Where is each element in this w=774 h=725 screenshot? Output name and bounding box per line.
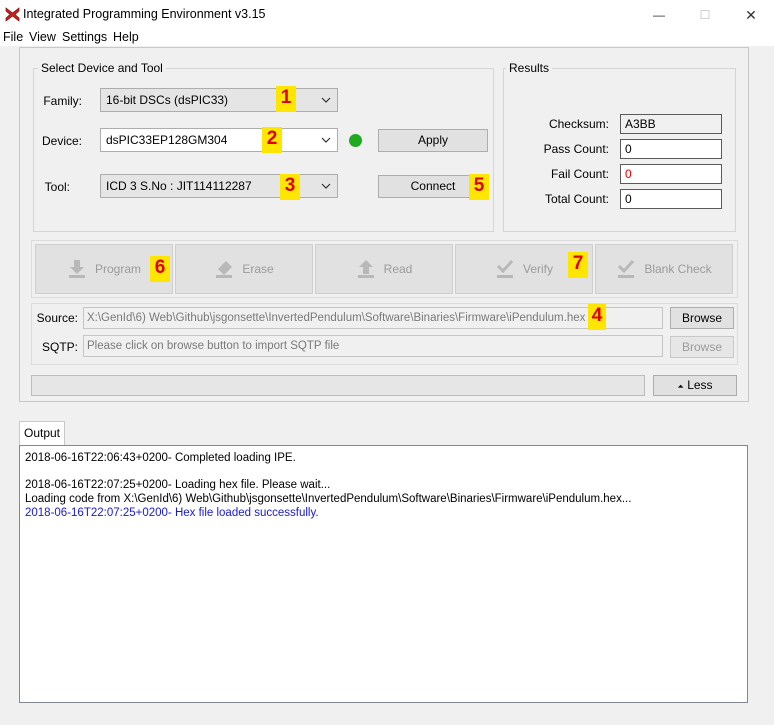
menu-settings[interactable]: Settings — [62, 30, 107, 44]
close-icon: ✕ — [745, 6, 757, 23]
maximize-button[interactable]: ☐ — [682, 0, 728, 30]
less-label: Less — [687, 378, 713, 392]
app-logo-icon — [5, 7, 20, 22]
annotation-marker: 2 — [262, 127, 282, 153]
chevron-down-icon — [321, 183, 331, 189]
chevron-up-icon: ⏶ — [677, 382, 684, 391]
log-line: 2018-06-16T22:07:25+0200- Loading hex fi… — [25, 479, 331, 491]
checksum-value: A3BB — [620, 114, 722, 134]
menu-bar: File View Settings Help — [0, 28, 774, 46]
source-path-input[interactable]: X:\GenId\6) Web\Github\jsgonsette\Invert… — [83, 307, 663, 329]
menu-view[interactable]: View — [29, 30, 56, 44]
device-group-title: Select Device and Tool — [38, 61, 166, 75]
maximize-icon: ☐ — [699, 8, 711, 22]
sqtp-browse-button[interactable]: Browse — [670, 336, 734, 358]
sqtp-input[interactable]: Please click on browse button to import … — [83, 335, 663, 357]
tool-value: ICD 3 S.No : JIT114112287 — [106, 179, 252, 193]
less-button[interactable]: ⏶ Less — [653, 375, 737, 396]
tool-label: Tool: — [44, 180, 70, 194]
erase-button[interactable]: Erase — [175, 244, 313, 294]
blank-check-label: Blank Check — [644, 262, 712, 276]
pass-count-label: Pass Count: — [543, 142, 609, 156]
output-log: 2018-06-16T22:06:43+0200- Completed load… — [19, 445, 748, 703]
menu-file[interactable]: File — [3, 30, 23, 44]
program-icon — [68, 260, 85, 278]
sqtp-label: SQTP: — [41, 340, 78, 354]
log-line: 2018-06-16T22:06:43+0200- Completed load… — [25, 452, 296, 464]
chevron-down-icon — [321, 97, 331, 103]
log-line-success: 2018-06-16T22:07:25+0200- Hex file loade… — [25, 507, 319, 519]
device-value: dsPIC33EP128GM304 — [106, 133, 228, 147]
erase-label: Erase — [242, 262, 274, 276]
source-label: Source: — [36, 311, 78, 325]
chevron-down-icon — [321, 137, 331, 143]
annotation-marker: 6 — [150, 256, 170, 282]
annotation-marker: 1 — [276, 86, 296, 112]
verify-label: Verify — [522, 262, 553, 276]
results-title: Results — [506, 61, 553, 75]
log-line: Loading code from X:\GenId\6) Web\Github… — [25, 493, 632, 505]
annotation-marker: 3 — [280, 174, 300, 200]
progress-bar — [31, 375, 645, 396]
fail-count-value: 0 — [620, 164, 722, 184]
read-icon — [357, 260, 374, 278]
window-title: Integrated Programming Environment v3.15 — [23, 7, 266, 21]
blank-check-icon — [618, 259, 635, 278]
family-value: 16-bit DSCs (dsPIC33) — [106, 93, 229, 107]
total-count-value: 0 — [620, 189, 722, 209]
program-label: Program — [94, 262, 141, 276]
annotation-marker: 7 — [568, 252, 588, 278]
minimize-icon: — — [653, 8, 665, 22]
close-button[interactable]: ✕ — [728, 0, 774, 30]
read-button[interactable]: Read — [315, 244, 453, 294]
annotation-marker: 4 — [588, 304, 606, 330]
erase-icon — [216, 261, 233, 278]
menu-help[interactable]: Help — [113, 30, 139, 44]
verify-icon — [496, 259, 514, 278]
total-count-label: Total Count: — [544, 192, 609, 206]
family-select[interactable]: 16-bit DSCs (dsPIC33) — [100, 88, 338, 112]
annotation-marker: 5 — [469, 174, 489, 200]
minimize-button[interactable]: — — [636, 0, 682, 30]
fail-count-label: Fail Count: — [550, 167, 609, 181]
family-label: Family: — [43, 94, 82, 108]
source-browse-button[interactable]: Browse — [670, 307, 734, 329]
device-select[interactable]: dsPIC33EP128GM304 — [100, 128, 338, 152]
checksum-label: Checksum: — [548, 117, 609, 131]
device-label: Device: — [41, 134, 82, 148]
read-label: Read — [383, 262, 413, 276]
tool-select[interactable]: ICD 3 S.No : JIT114112287 — [100, 174, 338, 198]
pass-count-value: 0 — [620, 139, 722, 159]
apply-button[interactable]: Apply — [378, 129, 488, 152]
blank-check-button[interactable]: Blank Check — [595, 244, 733, 294]
tab-output[interactable]: Output — [19, 421, 65, 445]
connection-status-indicator — [349, 134, 362, 147]
